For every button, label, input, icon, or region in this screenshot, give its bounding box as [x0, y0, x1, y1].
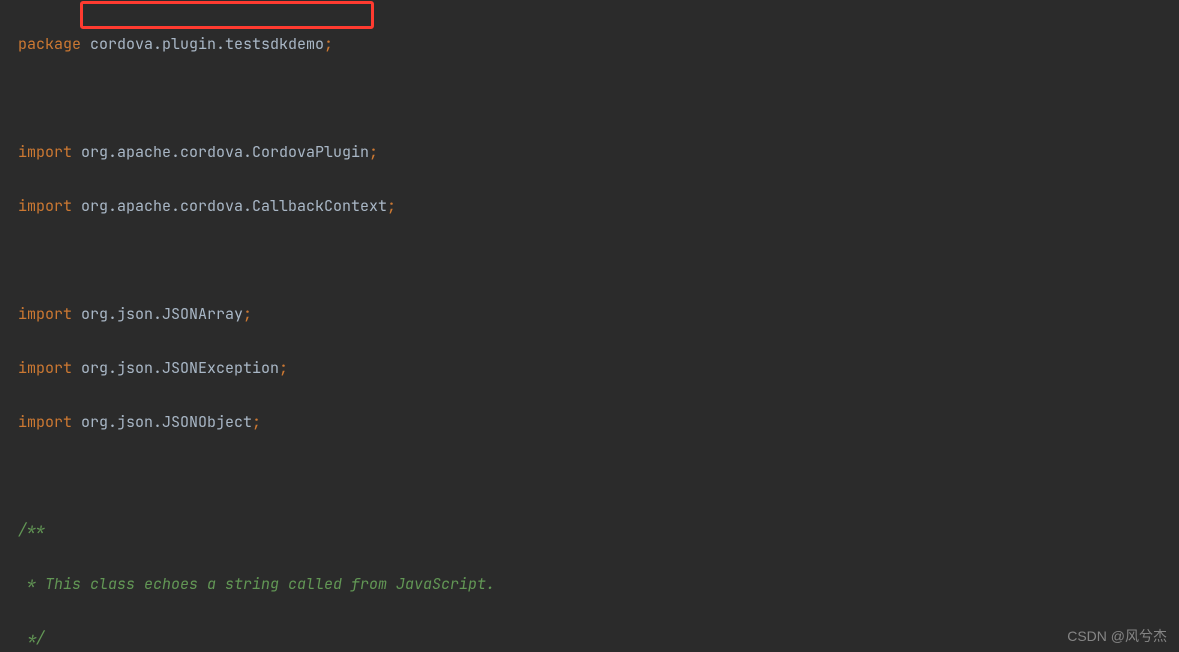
code-line: import org.json.JSONObject;	[18, 409, 1179, 436]
keyword-import: import	[18, 358, 81, 378]
watermark-text: CSDN @风兮杰	[1067, 626, 1167, 646]
blank-line	[18, 85, 1179, 112]
keyword-package: package	[18, 34, 90, 54]
code-line: import org.json.JSONArray;	[18, 301, 1179, 328]
package-name: cordova.plugin.testsdkdemo	[90, 34, 324, 54]
keyword-import: import	[18, 412, 81, 432]
code-line: import org.apache.cordova.CordovaPlugin;	[18, 139, 1179, 166]
blank-line	[18, 247, 1179, 274]
keyword-import: import	[18, 142, 81, 162]
blank-line	[18, 463, 1179, 490]
javadoc-line: * This class echoes a string called from…	[18, 571, 1179, 598]
javadoc-line: /**	[18, 517, 1179, 544]
code-line: import org.json.JSONException;	[18, 355, 1179, 382]
keyword-import: import	[18, 304, 81, 324]
code-editor[interactable]: package cordova.plugin.testsdkdemo; impo…	[0, 0, 1179, 652]
code-line: package cordova.plugin.testsdkdemo;	[18, 31, 1179, 58]
code-line: import org.apache.cordova.CallbackContex…	[18, 193, 1179, 220]
keyword-import: import	[18, 196, 81, 216]
javadoc-line: */	[18, 625, 1179, 652]
